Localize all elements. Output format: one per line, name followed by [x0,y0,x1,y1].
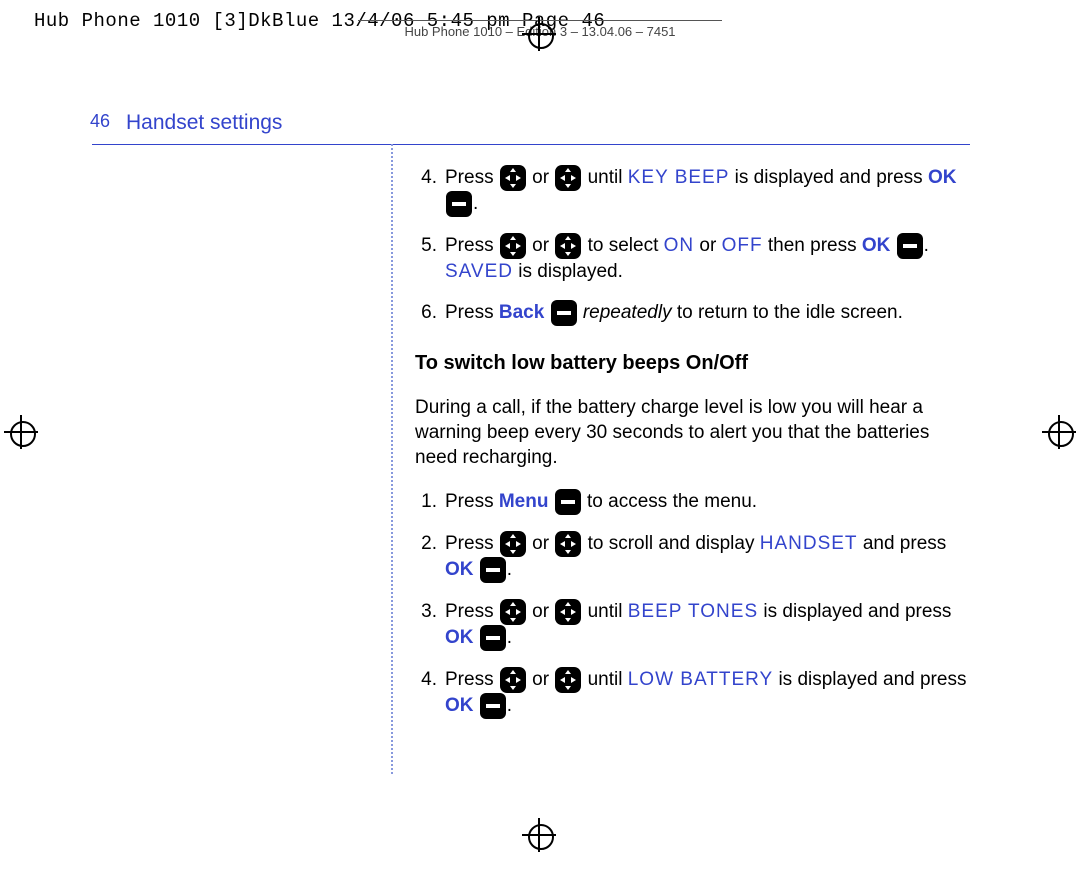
step-number: 5. [415,233,437,284]
softkey-icon [480,693,506,719]
step: 6. Press Back repeatedly to return to th… [415,300,975,326]
registration-mark-right-icon [1042,415,1076,449]
step: 1. Press Menu to access the menu. [415,489,975,515]
section-title: Handset settings [126,111,282,135]
body-column: 4. Press or until KEY BEEP is displayed … [415,165,975,735]
lcd-text: SAVED [445,261,513,282]
step-text: Press or to scroll and display HANDSET a… [445,531,975,583]
registration-mark-bottom-icon [522,818,556,852]
softkey-icon [551,300,577,326]
nav-up-down-icon [555,233,581,259]
step-text: Press Menu to access the menu. [445,489,975,515]
softkey-icon [480,557,506,583]
step-number: 1. [415,489,437,515]
lcd-text: HANDSET [760,533,858,554]
nav-up-down-icon [500,531,526,557]
nav-up-down-icon [500,165,526,191]
lcd-text: BEEP TONES [628,601,758,622]
step: 3. Press or until BEEP TONES is displaye… [415,599,975,651]
step-number: 2. [415,531,437,583]
nav-up-down-icon [500,233,526,259]
low-battery-steps-list: 1. Press Menu to access the menu. 2. Pre… [415,489,975,719]
italic-text: repeatedly [578,302,672,323]
step-number: 4. [415,667,437,719]
header-rule [92,144,970,145]
step-number: 4. [415,165,437,217]
page-number: 46 [90,111,110,132]
lcd-text: LOW BATTERY [628,669,773,690]
step: 2. Press or to scroll and display HANDSE… [415,531,975,583]
lcd-text: ON [664,235,695,256]
step-number: 6. [415,300,437,326]
nav-up-down-icon [500,667,526,693]
step-text: Press or until LOW BATTERY is displayed … [445,667,975,719]
registration-mark-top-icon [522,17,556,51]
softkey-label: OK [445,627,474,648]
softkey-icon [480,625,506,651]
softkey-label: OK [445,695,474,716]
softkey-icon [555,489,581,515]
nav-up-down-icon [555,165,581,191]
subhead-intro: During a call, if the battery charge lev… [415,395,975,471]
softkey-label: OK [445,559,474,580]
nav-up-down-icon [555,531,581,557]
column-divider [391,144,393,774]
step: 4. Press or until KEY BEEP is displayed … [415,165,975,217]
softkey-label: OK [928,167,957,188]
step: 4. Press or until LOW BATTERY is display… [415,667,975,719]
step-text: Press or until KEY BEEP is displayed and… [445,165,975,217]
softkey-label: Back [499,302,544,323]
step-number: 3. [415,599,437,651]
softkey-icon [897,233,923,259]
softkey-icon [446,191,472,217]
step-text: Press or until BEEP TONES is displayed a… [445,599,975,651]
continued-steps-list: 4. Press or until KEY BEEP is displayed … [415,165,975,326]
lcd-text: OFF [722,235,763,256]
step: 5. Press or to select ON or OFF then pre… [415,233,975,284]
step-text: Press or to select ON or OFF then press … [445,233,975,284]
lcd-text: KEY BEEP [628,167,730,188]
step-text: Press Back repeatedly to return to the i… [445,300,975,326]
nav-up-down-icon [555,667,581,693]
softkey-label: Menu [499,491,549,512]
softkey-label: OK [862,235,891,256]
registration-mark-left-icon [4,415,38,449]
nav-up-down-icon [555,599,581,625]
subhead: To switch low battery beeps On/Off [415,350,975,377]
nav-up-down-icon [500,599,526,625]
